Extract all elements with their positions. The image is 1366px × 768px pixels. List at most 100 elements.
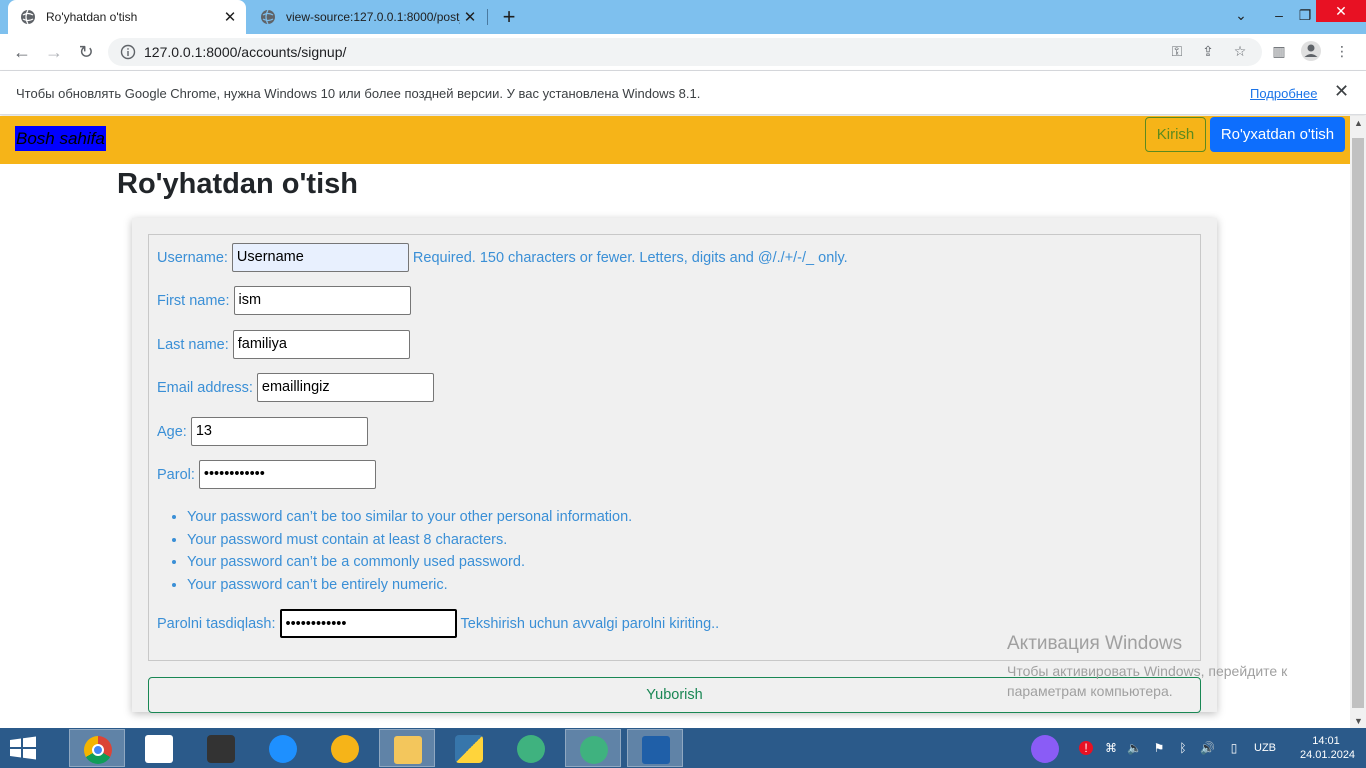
age-row: Age: 13 bbox=[157, 417, 368, 446]
taskbar-atom-2[interactable] bbox=[565, 729, 621, 767]
tab-title: view-source:127.0.0.1:8000/post_ bbox=[286, 10, 460, 24]
flag-icon[interactable]: ⚑ bbox=[1152, 741, 1166, 755]
alert-icon[interactable]: ! bbox=[1079, 741, 1093, 755]
watermark-line2: параметрам компьютера. bbox=[1007, 683, 1173, 699]
address-bar[interactable]: 127.0.0.1:8000/accounts/signup/ bbox=[108, 38, 1262, 66]
last-name-input[interactable]: familiya bbox=[232, 330, 410, 359]
site-navbar: Bosh sahifa Kirish Ro'yxatdan o'tish bbox=[0, 116, 1350, 164]
infobar-more-link[interactable]: Подробнее bbox=[1250, 86, 1317, 101]
password-confirm-help: Tekshirish uchun avvalgi parolni kiritin… bbox=[460, 615, 720, 632]
menu-kebab-icon[interactable]: ⋮ bbox=[1331, 40, 1353, 62]
password-confirm-input[interactable]: •••••••••••• bbox=[279, 609, 457, 638]
age-label: Age: bbox=[157, 423, 187, 440]
close-tab-icon[interactable]: ✕ bbox=[220, 8, 240, 26]
bookmark-star-icon[interactable]: ☆ bbox=[1229, 40, 1251, 62]
battery-icon[interactable]: ▯ bbox=[1227, 741, 1241, 755]
username-label: Username: bbox=[157, 249, 228, 266]
windows-start-icon[interactable] bbox=[8, 736, 38, 760]
share-icon[interactable]: ⇪ bbox=[1197, 40, 1219, 62]
password-hint: Your password can’t be too similar to yo… bbox=[187, 506, 632, 529]
triangle-app-icon bbox=[331, 735, 359, 763]
password-hints: Your password can’t be too similar to yo… bbox=[187, 506, 632, 596]
password-input[interactable]: •••••••••••• bbox=[198, 460, 376, 489]
scroll-up-icon[interactable]: ▲ bbox=[1354, 118, 1363, 128]
globe-icon bbox=[261, 9, 275, 25]
password-hint: Your password must contain at least 8 ch… bbox=[187, 529, 632, 552]
close-tab-icon[interactable]: ✕ bbox=[460, 8, 480, 26]
update-infobar: Чтобы обновлять Google Chrome, нужна Win… bbox=[0, 71, 1366, 115]
taskbar-calendar[interactable] bbox=[131, 729, 187, 767]
back-icon[interactable]: ← bbox=[10, 40, 34, 64]
password-confirm-row: Parolni tasdiqlash: •••••••••••• Tekshir… bbox=[157, 609, 719, 638]
taskbar-app-triangle[interactable] bbox=[317, 729, 373, 767]
internet-explorer-icon bbox=[269, 735, 297, 763]
new-tab-icon[interactable]: + bbox=[496, 4, 522, 30]
powershell-icon bbox=[642, 736, 670, 764]
taskbar-powershell[interactable] bbox=[627, 729, 683, 767]
last-name-row: Last name: familiya bbox=[157, 330, 410, 359]
window-close-icon[interactable]: ✕ bbox=[1316, 0, 1366, 22]
tab-signup[interactable]: Ro'yhatdan o'tish ✕ bbox=[8, 0, 246, 34]
alice-assistant-icon[interactable] bbox=[1031, 735, 1059, 763]
email-row: Email address: emaillingiz bbox=[157, 373, 434, 402]
username-row: Username: Username Required. 150 charact… bbox=[157, 243, 848, 272]
forward-icon[interactable]: → bbox=[42, 40, 66, 64]
key-icon[interactable]: ⚿ bbox=[1166, 40, 1188, 62]
chrome-icon bbox=[84, 736, 112, 764]
tab-strip: Ro'yhatdan o'tish ✕ view-source:127.0.0.… bbox=[0, 0, 1366, 34]
first-name-input[interactable]: ism bbox=[233, 286, 411, 315]
watermark-line1: Чтобы активировать Windows, перейдите к bbox=[1007, 663, 1288, 679]
windows-taskbar: ! ⌘ 🔈 ⚑ ᛒ 🔊 ▯ UZB 14:01 24.01.2024 bbox=[0, 728, 1366, 768]
info-icon[interactable] bbox=[120, 44, 136, 60]
browser-toolbar: ← → ↻ 127.0.0.1:8000/accounts/signup/ ⚿ … bbox=[0, 34, 1366, 71]
first-name-row: First name: ism bbox=[157, 286, 411, 315]
taskbar-python[interactable] bbox=[441, 729, 497, 767]
password-confirm-label: Parolni tasdiqlash: bbox=[157, 615, 276, 632]
network-icon[interactable]: ⌘ bbox=[1104, 741, 1118, 755]
profile-avatar-icon[interactable] bbox=[1300, 40, 1322, 62]
tab-separator bbox=[487, 9, 488, 25]
scroll-down-icon[interactable]: ▼ bbox=[1354, 716, 1363, 726]
clock-time: 14:01 bbox=[1312, 735, 1340, 747]
password-row: Parol: •••••••••••• bbox=[157, 460, 376, 489]
reload-icon[interactable]: ↻ bbox=[74, 40, 98, 64]
url-text: 127.0.0.1:8000/accounts/signup/ bbox=[144, 44, 347, 60]
infobar-close-icon[interactable]: ✕ bbox=[1334, 81, 1352, 102]
side-panel-icon[interactable]: ▥ bbox=[1268, 40, 1290, 62]
language-indicator[interactable]: UZB bbox=[1254, 742, 1276, 754]
bluetooth-icon[interactable]: ᛒ bbox=[1176, 741, 1190, 755]
tab-title: Ro'yhatdan o'tish bbox=[46, 10, 138, 24]
tab-search-icon[interactable]: ⌄ bbox=[1224, 0, 1258, 34]
tab-view-source[interactable]: view-source:127.0.0.1:8000/post_ ✕ bbox=[250, 0, 486, 34]
page-scrollbar[interactable]: ▲ ▼ bbox=[1350, 116, 1366, 728]
folder-icon bbox=[394, 736, 422, 764]
taskbar-atom-1[interactable] bbox=[503, 729, 559, 767]
taskbar-ie[interactable] bbox=[255, 729, 311, 767]
taskbar-chrome[interactable] bbox=[69, 729, 125, 767]
page-title: Ro'yhatdan o'tish bbox=[117, 168, 358, 200]
password-label: Parol: bbox=[157, 466, 195, 483]
windows-activation-watermark: Активация Windows Чтобы активировать Win… bbox=[1007, 633, 1287, 701]
password-hint: Your password can’t be entirely numeric. bbox=[187, 574, 632, 597]
login-button[interactable]: Kirish bbox=[1145, 117, 1206, 152]
password-hint: Your password can’t be a commonly used p… bbox=[187, 551, 632, 574]
atom-icon bbox=[580, 736, 608, 764]
last-name-label: Last name: bbox=[157, 336, 229, 353]
speaker-icon[interactable]: 🔊 bbox=[1200, 741, 1215, 755]
form-fieldset: Username: Username Required. 150 charact… bbox=[148, 234, 1201, 661]
taskbar-explorer[interactable] bbox=[379, 729, 435, 767]
volume-muted-icon[interactable]: 🔈 bbox=[1127, 741, 1142, 755]
clock[interactable]: 14:01 24.01.2024 bbox=[1300, 734, 1355, 762]
username-input[interactable]: Username bbox=[231, 243, 409, 272]
age-input[interactable]: 13 bbox=[190, 417, 368, 446]
scrollbar-thumb[interactable] bbox=[1352, 138, 1364, 708]
calendar-icon bbox=[145, 735, 173, 763]
home-link[interactable]: Bosh sahifa bbox=[15, 126, 106, 151]
taskbar-camera[interactable] bbox=[193, 729, 249, 767]
email-input[interactable]: emaillingiz bbox=[256, 373, 434, 402]
username-help: Required. 150 characters or fewer. Lette… bbox=[412, 249, 848, 266]
signup-button[interactable]: Ro'yxatdan o'tish bbox=[1210, 117, 1345, 152]
atom-icon bbox=[517, 735, 545, 763]
infobar-message: Чтобы обновлять Google Chrome, нужна Win… bbox=[16, 86, 701, 101]
python-icon bbox=[455, 735, 483, 763]
